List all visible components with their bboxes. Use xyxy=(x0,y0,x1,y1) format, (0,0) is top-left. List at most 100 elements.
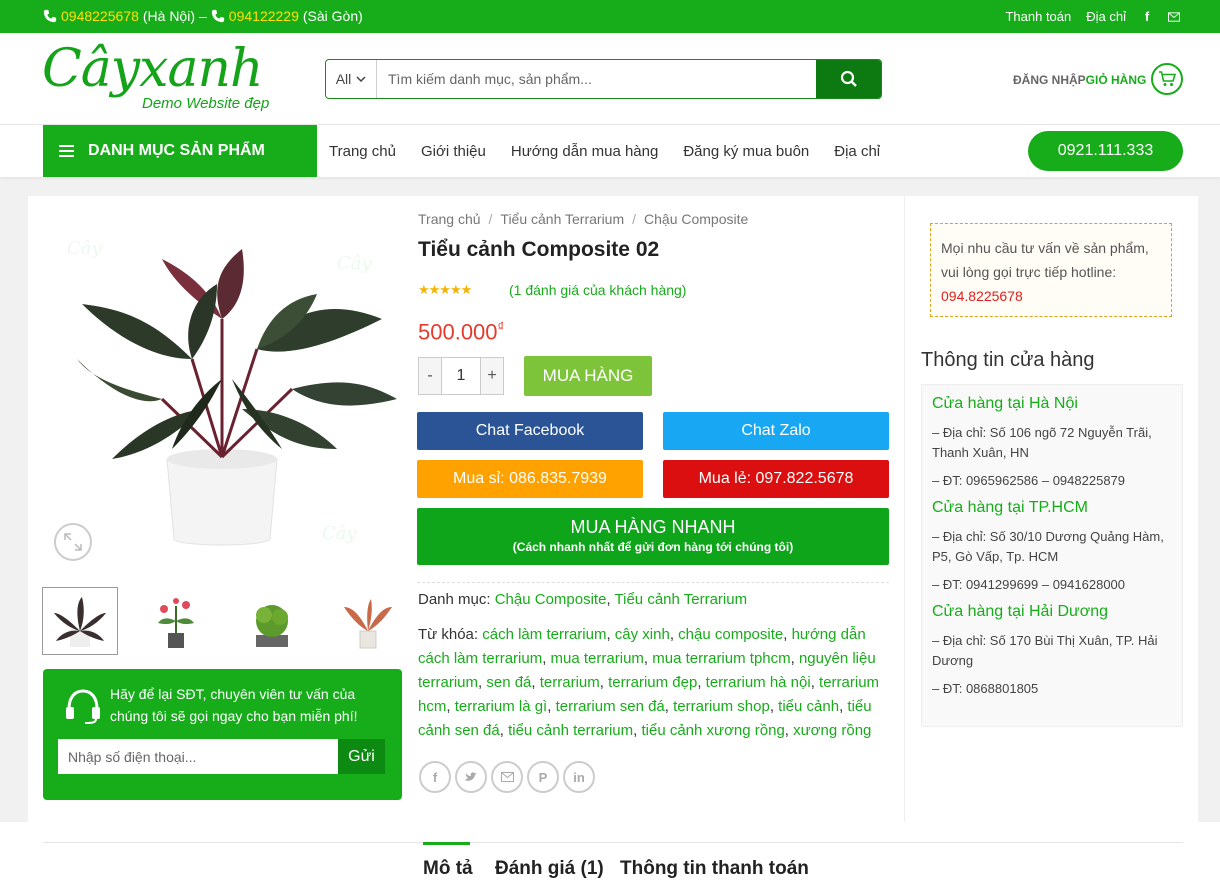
logo[interactable]: Câyxanh Demo Website đẹp xyxy=(42,39,297,119)
twitter-icon[interactable] xyxy=(455,761,487,793)
facebook-icon[interactable]: f xyxy=(1141,9,1153,24)
thumbnail-4[interactable] xyxy=(330,587,406,655)
product-tags: Từ khóa: cách làm terrarium, cây xinh, c… xyxy=(418,626,880,739)
nav-about[interactable]: Giới thiệu xyxy=(421,143,486,160)
send-button[interactable]: Gửi xyxy=(338,739,385,774)
tag-link[interactable]: terrarium hà nội xyxy=(706,674,811,691)
category-menu-button[interactable]: DANH MỤC SẢN PHẨM xyxy=(43,125,317,177)
tab-payment-info[interactable]: Thông tin thanh toán xyxy=(620,858,809,880)
category-link[interactable]: Chậu Composite xyxy=(495,591,607,608)
store-address: – Địa chỉ: Số 106 ngõ 72 Nguyễn Trãi, Th… xyxy=(932,425,1152,460)
search-category-select[interactable]: All xyxy=(326,60,377,98)
store-name[interactable]: Cửa hàng tại Hải Dương xyxy=(932,603,1172,621)
fast-order-label: MUA HÀNG NHANH xyxy=(570,517,736,537)
thumbnail-2[interactable] xyxy=(138,587,214,655)
thumbnail-gallery xyxy=(42,587,426,655)
nav-guide[interactable]: Hướng dẫn mua hàng xyxy=(511,143,658,160)
svg-text:Cây: Cây xyxy=(67,238,103,259)
quantity-increase-button[interactable]: + xyxy=(481,358,503,394)
tag-link[interactable]: terrarium xyxy=(540,674,600,691)
quantity-decrease-button[interactable]: - xyxy=(419,358,441,394)
tag-link[interactable]: mua terrarium tphcm xyxy=(652,650,790,667)
notice-phone[interactable]: 094.8225678 xyxy=(941,288,1023,304)
product-tabs: Mô tả Đánh giá (1) Thông tin thanh toán xyxy=(0,822,1220,890)
product-image[interactable]: Cây Cây Cây xyxy=(42,209,402,569)
search-button[interactable] xyxy=(816,60,881,98)
store-name[interactable]: Cửa hàng tại Hà Nội xyxy=(932,395,1172,413)
tag-link[interactable]: tiểu cảnh terrarium xyxy=(508,722,633,739)
add-to-cart-button[interactable]: MUA HÀNG xyxy=(524,356,652,396)
thumbnail-1[interactable] xyxy=(42,587,118,655)
login-link[interactable]: ĐĂNG NHẬP xyxy=(1013,73,1086,87)
fast-order-sublabel: (Cách nhanh nhất để gửi đơn hàng tới chú… xyxy=(512,540,794,554)
store-address: – Địa chỉ: Số 170 Bùi Thị Xuân, TP. Hải … xyxy=(932,633,1158,668)
thumbnail-3[interactable] xyxy=(234,587,310,655)
tab-reviews[interactable]: Đánh giá (1) xyxy=(495,858,604,880)
category-link[interactable]: Tiểu cảnh Terrarium xyxy=(615,591,748,608)
store-phone: – ĐT: 0965962586 – 0948225879 xyxy=(932,473,1126,488)
notice-text: Mọi nhu cầu tư vấn về sản phẩm, vui lòng… xyxy=(941,240,1149,280)
breadcrumb-subcategory[interactable]: Chậu Composite xyxy=(644,211,748,227)
logo-script: Câyxanh xyxy=(42,39,263,99)
link-address[interactable]: Địa chỉ xyxy=(1086,9,1126,24)
contact-phones: 0948225678 (Hà Nội) – 094122229 (Sài Gòn… xyxy=(43,8,363,24)
tag-link[interactable]: terrarium đẹp xyxy=(608,674,697,691)
breadcrumb-category[interactable]: Tiểu cảnh Terrarium xyxy=(500,211,624,227)
search-bar: All xyxy=(325,59,882,99)
logo-tagline: Demo Website đẹp xyxy=(142,95,270,112)
tag-link[interactable]: sen đá xyxy=(486,674,531,691)
search-input[interactable] xyxy=(377,60,816,98)
fast-order-button[interactable]: MUA HÀNG NHANH (Cách nhanh nhất để gửi đ… xyxy=(417,508,889,565)
tag-link[interactable]: chậu composite xyxy=(678,626,783,643)
tab-description[interactable]: Mô tả xyxy=(423,842,473,880)
star-rating: ★★★★★ xyxy=(418,282,472,297)
phone-saigon[interactable]: 094122229 xyxy=(229,8,299,24)
retail-call-button[interactable]: Mua lẻ: 097.822.5678 xyxy=(663,460,889,498)
nav-address[interactable]: Địa chỉ xyxy=(834,143,880,160)
price-value: 500.000 xyxy=(418,319,498,345)
tag-link[interactable]: cách làm terrarium xyxy=(482,626,606,643)
phone-icon xyxy=(43,9,57,23)
tag-link[interactable]: terrarium sen đá xyxy=(556,698,665,715)
linkedin-icon[interactable]: in xyxy=(563,761,595,793)
phone-number-input[interactable] xyxy=(58,739,338,774)
cart-icon[interactable] xyxy=(1151,63,1183,95)
email-icon[interactable] xyxy=(491,761,523,793)
tags-label: Từ khóa: xyxy=(418,626,479,643)
store-name[interactable]: Cửa hàng tại TP.HCM xyxy=(932,499,1172,517)
mail-icon[interactable] xyxy=(1168,10,1180,24)
tag-link[interactable]: xương rồng xyxy=(793,722,871,739)
pinterest-icon[interactable]: P xyxy=(527,761,559,793)
tag-link[interactable]: tiểu cảnh xyxy=(778,698,839,715)
tag-link[interactable]: tiểu cảnh xương rồng xyxy=(641,722,784,739)
headset-icon xyxy=(66,689,100,724)
tag-link[interactable]: mua terrarium xyxy=(551,650,644,667)
svg-text:Cây: Cây xyxy=(322,523,358,544)
hotline-notice: Mọi nhu cầu tư vấn về sản phẩm, vui lòng… xyxy=(930,223,1172,317)
review-count-link[interactable]: (1 đánh giá của khách hàng) xyxy=(509,282,686,298)
zoom-icon[interactable] xyxy=(54,523,92,561)
hotline-button[interactable]: 0921.111.333 xyxy=(1028,131,1183,171)
top-bar: 0948225678 (Hà Nội) – 094122229 (Sài Gòn… xyxy=(0,0,1220,33)
tag-link[interactable]: terrarium shop xyxy=(673,698,770,715)
breadcrumb-home[interactable]: Trang chủ xyxy=(418,211,481,227)
tag-link[interactable]: cây xinh xyxy=(615,626,670,643)
link-payment[interactable]: Thanh toán xyxy=(1005,9,1071,24)
breadcrumb: Trang chủ / Tiểu cảnh Terrarium / Chậu Compo… xyxy=(418,211,749,227)
phone-hanoi[interactable]: 0948225678 xyxy=(61,8,139,24)
quantity-value[interactable]: 1 xyxy=(441,358,481,394)
facebook-icon[interactable]: f xyxy=(419,761,451,793)
chat-zalo-button[interactable]: Chat Zalo xyxy=(663,412,889,450)
sidebar-divider xyxy=(904,196,905,822)
nav-wholesale[interactable]: Đăng ký mua buôn xyxy=(683,143,809,160)
main-nav: DANH MỤC SẢN PHẨM Trang chủ Giới thiệu H… xyxy=(0,125,1220,177)
product-price: 500.000₫ xyxy=(418,319,504,345)
store-phone: – ĐT: 0868801805 xyxy=(932,681,1039,696)
cart-link[interactable]: GIỎ HÀNG xyxy=(1086,73,1147,87)
store-list: Cửa hàng tại Hà Nội – Địa chỉ: Số 106 ng… xyxy=(921,384,1183,727)
tabs-divider xyxy=(43,842,1183,843)
chat-facebook-button[interactable]: Chat Facebook xyxy=(417,412,643,450)
nav-home[interactable]: Trang chủ xyxy=(329,143,396,160)
tag-link[interactable]: terrarium là gì xyxy=(455,698,548,715)
wholesale-call-button[interactable]: Mua sỉ: 086.835.7939 xyxy=(417,460,643,498)
